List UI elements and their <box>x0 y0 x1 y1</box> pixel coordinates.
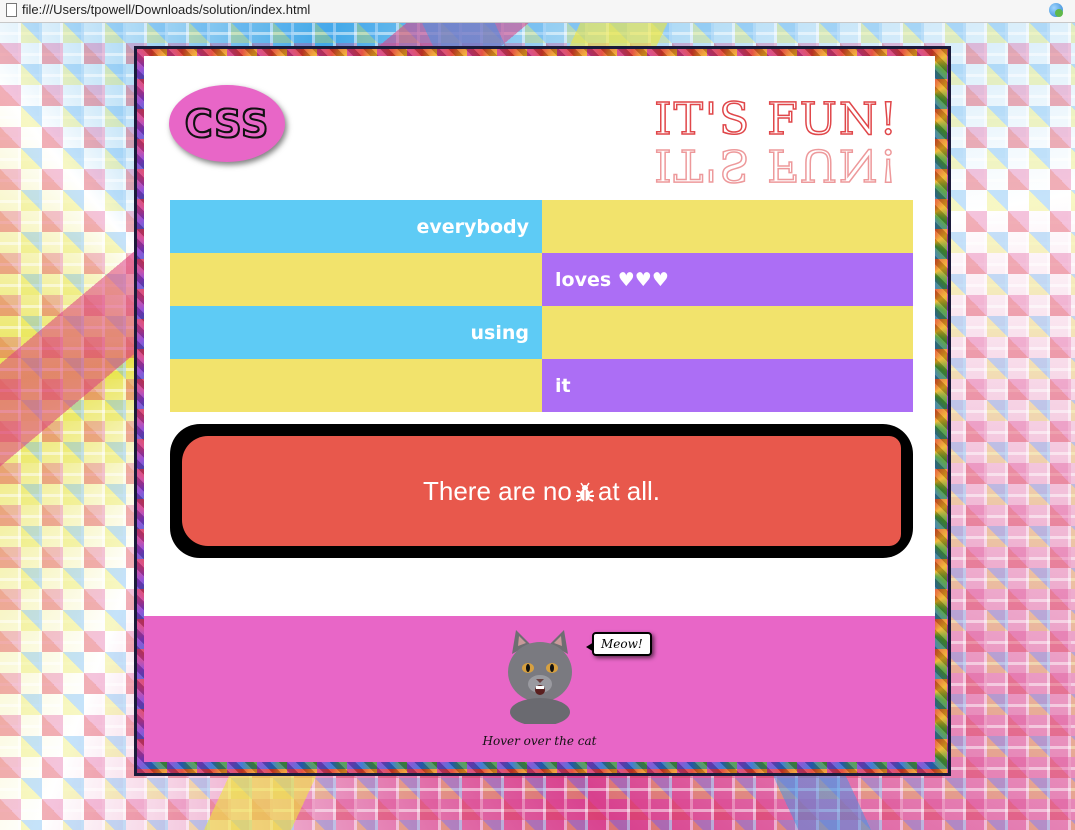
footer: Meow! Hover over the cat <box>144 616 935 762</box>
grid-cell <box>542 200 913 253</box>
logo-text: CSS <box>184 101 270 147</box>
grid-cell: it <box>542 359 913 412</box>
page-frame: CSS IT'S FUN! IT'S FUN! everybody loves … <box>134 46 951 776</box>
globe-icon[interactable] <box>1049 3 1063 17</box>
grid-cell <box>542 306 913 359</box>
fun-heading-reflection: IT'S FUN! <box>654 138 900 191</box>
word-grid: everybody loves ♥♥♥ using it <box>170 200 913 412</box>
grid-cell: using <box>170 306 542 359</box>
grid-cell: loves ♥♥♥ <box>542 253 913 306</box>
cat-caption: Hover over the cat <box>482 734 597 748</box>
bug-icon <box>574 480 596 502</box>
cat-image[interactable] <box>500 624 580 726</box>
bug-message-inner: There are no at all. <box>182 436 901 546</box>
page-icon <box>6 3 17 17</box>
grid-cell: everybody <box>170 200 542 253</box>
bug-message: There are no at all. <box>423 476 660 507</box>
grid-cell <box>170 359 542 412</box>
bug-message-after: at all. <box>597 475 661 506</box>
grid-cell <box>170 253 542 306</box>
css-logo: CSS <box>169 85 285 162</box>
speech-bubble: Meow! <box>586 632 652 656</box>
bug-message-box: There are no at all. <box>170 424 913 558</box>
fun-heading: IT'S FUN! <box>654 94 899 145</box>
url-text[interactable]: file:///Users/tpowell/Downloads/solution… <box>22 2 310 17</box>
content-area: CSS IT'S FUN! IT'S FUN! everybody loves … <box>144 56 935 762</box>
bug-message-before: There are no <box>422 475 572 506</box>
browser-address-bar[interactable]: file:///Users/tpowell/Downloads/solution… <box>0 0 1075 23</box>
